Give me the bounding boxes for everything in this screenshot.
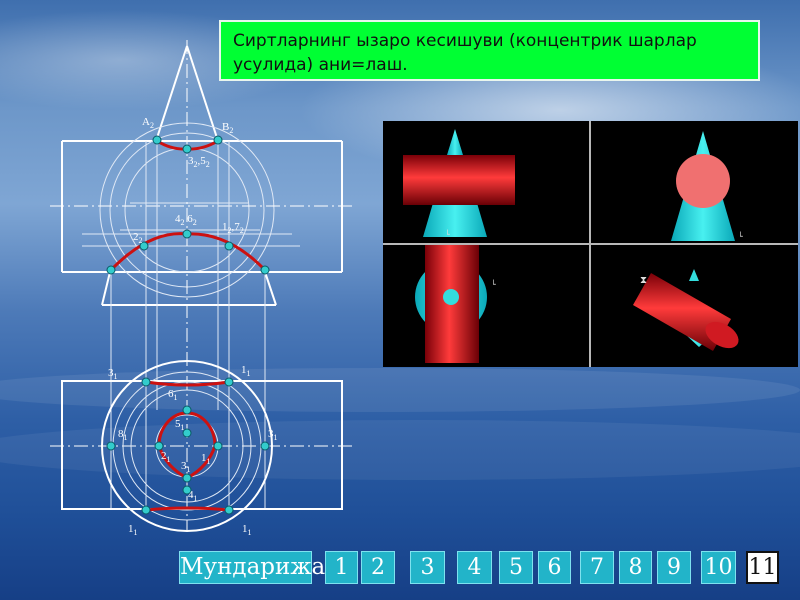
svg-text:└: └: [491, 279, 496, 289]
page-9-button[interactable]: 9: [657, 551, 691, 584]
contents-button[interactable]: Мундарижа: [179, 551, 325, 584]
label-2: 22: [133, 231, 143, 245]
render-panels: └ └ └ ⧗: [383, 121, 798, 367]
intersection-drawing: A2 B2 32,52 42 62 12,72 22 31 11 61 51 8…: [50, 40, 355, 537]
label-t3-right: 31: [268, 428, 278, 442]
page-5-button[interactable]: 5: [499, 551, 533, 584]
label-t1-bottom-left: 11: [128, 523, 138, 537]
label-t5: 51: [175, 418, 185, 432]
svg-text:└: └: [445, 229, 450, 239]
label-1-7: 12,72: [222, 221, 244, 235]
render-front-view: └: [403, 129, 515, 239]
curve-points: [106, 135, 270, 515]
render-top-view: └: [415, 245, 496, 363]
render-iso-view: ⧗: [633, 269, 739, 351]
label-4-6: 42 62: [175, 213, 197, 227]
label-t3: 31: [108, 367, 118, 381]
page-11-button[interactable]: 11: [746, 551, 779, 584]
svg-text:⧗: ⧗: [640, 275, 647, 286]
label-t4: 41: [188, 489, 198, 503]
page-7-button[interactable]: 7: [580, 551, 614, 584]
label-t2: 21: [161, 450, 171, 464]
label-a2: A2: [142, 116, 154, 130]
label-t1-center: 11: [201, 452, 211, 466]
label-t8: 81: [118, 428, 128, 442]
render-side-view: └: [671, 131, 743, 241]
label-b2: B2: [222, 121, 233, 135]
label-t1-bottom-right: 11: [242, 523, 252, 537]
page-2-button[interactable]: 2: [361, 551, 395, 584]
svg-text:└: └: [738, 231, 743, 241]
front-view-labels: A2 B2 32,52 42 62 12,72 22: [133, 116, 244, 245]
front-view: [61, 45, 343, 306]
page-10-button[interactable]: 10: [701, 551, 736, 584]
page-1-button[interactable]: 1: [325, 551, 358, 584]
render-views: └ └ └ ⧗: [403, 129, 743, 363]
label-t6: 61: [168, 388, 178, 402]
label-3-5: 32,52: [188, 155, 210, 169]
label-t1: 11: [241, 364, 251, 378]
page-4-button[interactable]: 4: [457, 551, 492, 584]
page-6-button[interactable]: 6: [538, 551, 571, 584]
page-3-button[interactable]: 3: [410, 551, 445, 584]
page-8-button[interactable]: 8: [619, 551, 652, 584]
label-t3-center: 31: [181, 460, 191, 474]
slide-navigation: Мундарижа 1 2 3 4 5 6 7 8 9 10 11: [0, 551, 800, 585]
